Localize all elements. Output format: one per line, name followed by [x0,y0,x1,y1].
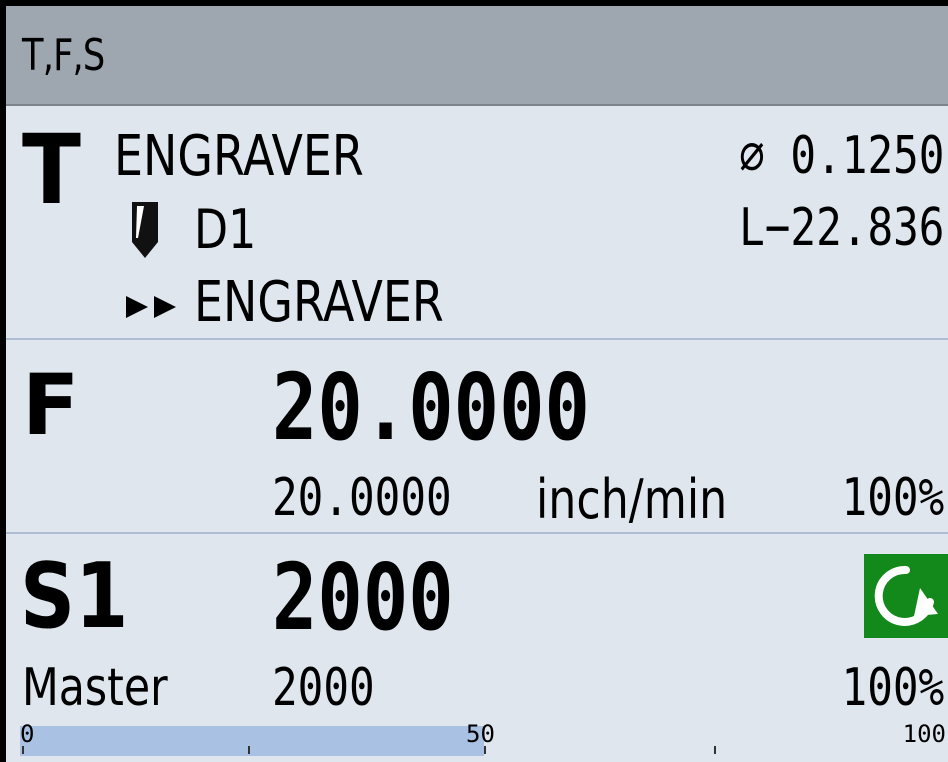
tool-shank-icon [132,202,158,258]
scale-tick-25 [248,746,250,754]
tool-diameter: ⌀ 0.1250 [738,126,944,186]
scale-tick-75 [714,746,716,754]
separator-feed-spindle [6,532,948,534]
double-arrow-icon [126,296,176,318]
tool-letter: T [22,114,81,226]
panel-header: T,F,S [6,6,948,106]
feed-override: 100% [841,468,944,528]
next-tool-name: ENGRAVER [194,270,444,335]
feed-value: 20.0000 [272,354,590,461]
tool-length: L−22.836 [738,198,944,258]
spindle-letter: S1 [20,544,129,649]
scale-label-max: 100 [902,720,946,748]
scale-label-mid: 50 [466,720,495,748]
spindle-actual: 2000 [272,658,375,718]
feed-actual: 20.0000 [272,468,452,528]
spindle-override: 100% [841,658,944,718]
separator-tool-feed [6,338,948,340]
spindle-value: 2000 [272,544,454,651]
spindle-rotation-cw-icon [864,554,948,638]
panel-title: T,F,S [22,30,105,81]
spindle-load-fill [20,726,484,756]
feed-letter: F [22,356,80,454]
tfs-panel: T,F,S T ENGRAVER D1 ENGRAVER ⌀ 0.1250 L−… [6,6,948,762]
spindle-label: Master [22,658,168,718]
tool-edge: D1 [194,198,257,261]
scale-label-min: 0 [20,720,35,748]
tool-name: ENGRAVER [114,124,364,189]
feed-unit: inch/min [536,468,728,531]
